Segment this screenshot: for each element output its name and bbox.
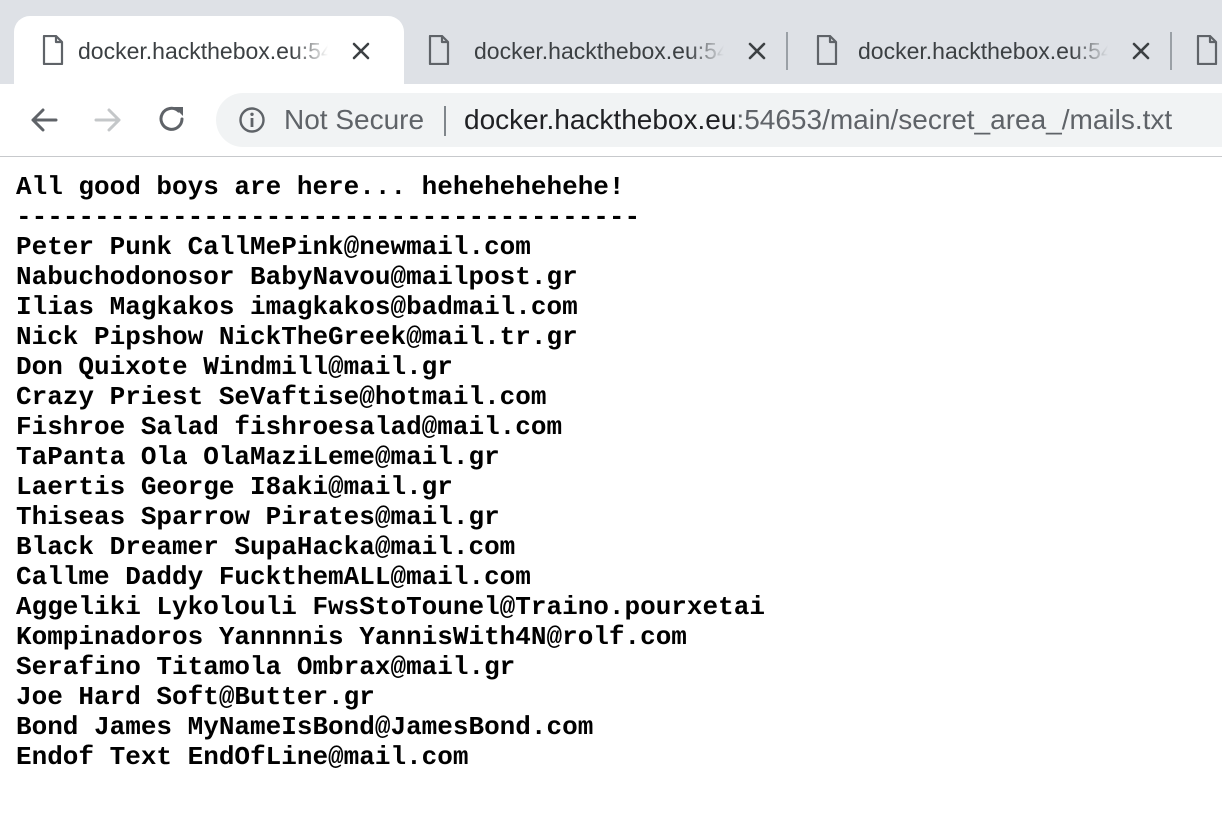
tab-active[interactable]: docker.hackthebox.eu:54653/main/secret_a… bbox=[14, 16, 404, 84]
mail-entry: Bond James MyNameIsBond@JamesBond.com bbox=[16, 712, 594, 742]
info-icon[interactable] bbox=[238, 106, 266, 134]
tab-title: docker.hackthebox.eu:54653 bbox=[858, 38, 1108, 64]
address-bar[interactable]: Not Secure docker.hackthebox.eu:54653/ma… bbox=[216, 93, 1222, 147]
tab-title: docker.hackthebox.eu:54653 bbox=[474, 38, 724, 64]
mail-entry: Ilias Magkakos imagkakos@badmail.com bbox=[16, 292, 578, 322]
mail-entry: TaPanta Ola OlaMaziLeme@mail.gr bbox=[16, 442, 500, 472]
mail-entry: Crazy Priest SeVaftise@hotmail.com bbox=[16, 382, 547, 412]
mail-entry: Don Quixote Windmill@mail.gr bbox=[16, 352, 453, 382]
back-arrow-icon[interactable] bbox=[26, 102, 62, 138]
page-icon bbox=[428, 35, 450, 65]
page-icon bbox=[42, 35, 64, 65]
security-label[interactable]: Not Secure bbox=[284, 93, 424, 147]
toolbar-border bbox=[0, 156, 1222, 157]
mail-entry: Laertis George I8aki@mail.gr bbox=[16, 472, 453, 502]
tab-3[interactable]: docker.hackthebox.eu:54653 bbox=[788, 16, 1168, 84]
close-icon[interactable] bbox=[348, 38, 374, 64]
mail-entry: Black Dreamer SupaHacka@mail.com bbox=[16, 532, 516, 562]
url-host: docker.hackthebox.eu bbox=[464, 104, 737, 135]
document-separator: ---------------------------------------- bbox=[16, 202, 641, 232]
mail-entry: Endof Text EndOfLine@mail.com bbox=[16, 742, 469, 772]
omnibox-divider bbox=[444, 106, 446, 136]
mail-entry: Serafino Titamola Ombrax@mail.gr bbox=[16, 652, 516, 682]
forward-arrow-icon[interactable] bbox=[90, 102, 126, 138]
mail-entry: Aggeliki Lykolouli FwsStoTounel@Traino.p… bbox=[16, 592, 765, 622]
mail-entry: Thiseas Sparrow Pirates@mail.gr bbox=[16, 502, 500, 532]
mail-entry: Kompinadoros Yannnnis YannisWith4N@rolf.… bbox=[16, 622, 687, 652]
page-icon bbox=[1196, 35, 1218, 65]
mail-entry: Peter Punk CallMePink@newmail.com bbox=[16, 232, 531, 262]
tab-strip: docker.hackthebox.eu:54653/main/secret_a… bbox=[0, 0, 1222, 84]
document-header: All good boys are here... hehehehehehe! bbox=[16, 172, 625, 202]
close-icon[interactable] bbox=[1128, 38, 1154, 64]
tab-title: docker.hackthebox.eu:54653/main/secret_a… bbox=[78, 38, 328, 64]
url-text[interactable]: docker.hackthebox.eu:54653/main/secret_a… bbox=[464, 93, 1172, 147]
mail-entry: Nick Pipshow NickTheGreek@mail.tr.gr bbox=[16, 322, 578, 352]
mail-entry: Nabuchodonosor BabyNavou@mailpost.gr bbox=[16, 262, 578, 292]
tab-2[interactable]: docker.hackthebox.eu:54653 bbox=[400, 16, 786, 84]
url-path: :54653/main/secret_area_/mails.txt bbox=[736, 104, 1173, 135]
reload-icon[interactable] bbox=[154, 102, 190, 138]
text-document: All good boys are here... hehehehehehe! … bbox=[16, 172, 1206, 772]
tab-4[interactable] bbox=[1172, 16, 1222, 84]
page-icon bbox=[816, 35, 838, 65]
close-icon[interactable] bbox=[744, 38, 770, 64]
mail-entry: Callme Daddy FuckthemALL@mail.com bbox=[16, 562, 531, 592]
mail-entry: Fishroe Salad fishroesalad@mail.com bbox=[16, 412, 563, 442]
mail-entry: Joe Hard Soft@Butter.gr bbox=[16, 682, 375, 712]
toolbar: Not Secure docker.hackthebox.eu:54653/ma… bbox=[0, 84, 1222, 156]
